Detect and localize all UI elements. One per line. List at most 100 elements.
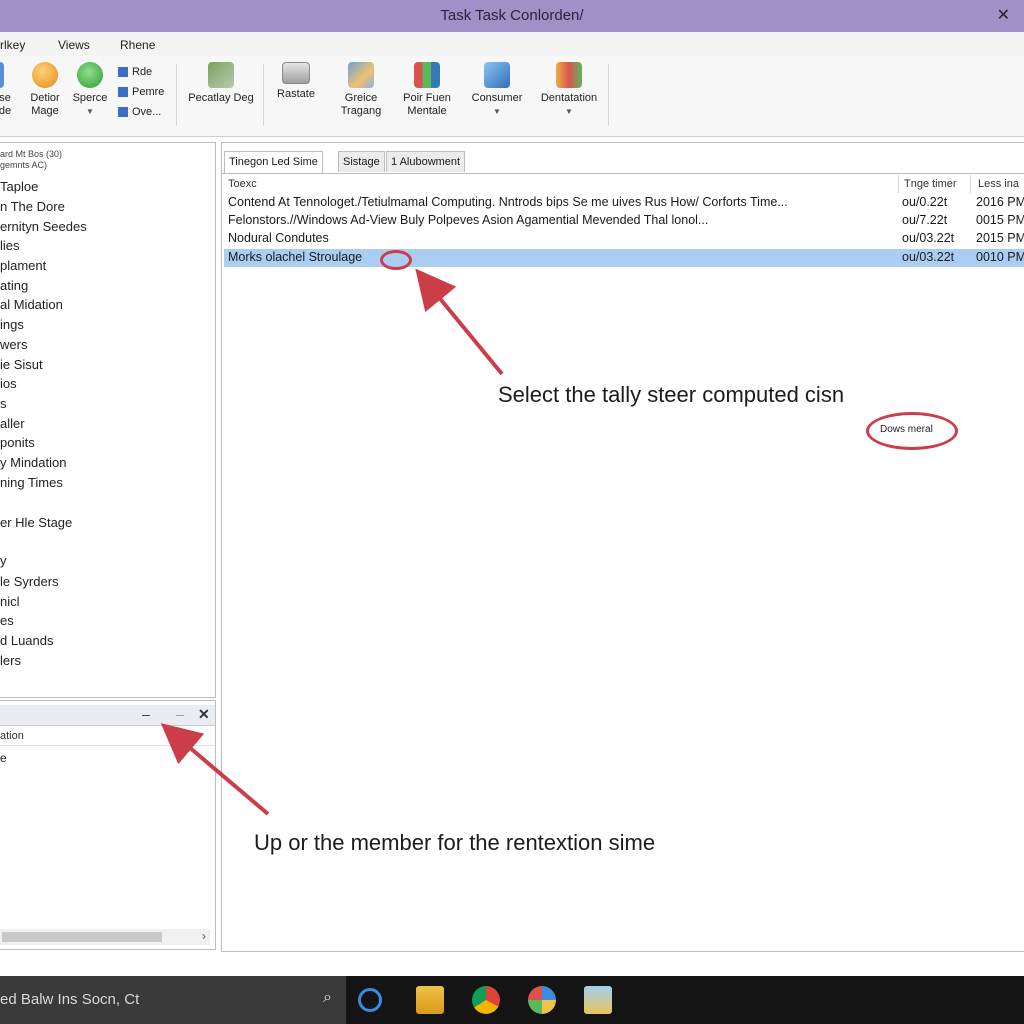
column-divider[interactable] [898, 175, 899, 193]
tree-item[interactable]: aller [0, 416, 25, 431]
tree-item[interactable]: s [0, 396, 7, 411]
ribbon-button-greice[interactable]: Greice Tragang [332, 62, 390, 118]
tree-item[interactable]: ie Sisut [0, 357, 43, 372]
dows-meral-button[interactable]: Dows meral [880, 424, 933, 435]
search-icon: ⌕ [323, 989, 332, 1006]
table-row[interactable]: Felonstors.//Windows Ad-View Buly Polpev… [224, 212, 1024, 230]
cell-less: 0010 PM [976, 250, 1024, 264]
search-text: ed Balw Ins Socn, Ct [0, 991, 140, 1008]
tree-item[interactable]: wers [0, 337, 27, 352]
tree-item[interactable]: Taploe [0, 179, 38, 194]
details-row[interactable]: e [0, 751, 7, 765]
annotation-select: Select the tally steer computed cisn [498, 382, 845, 407]
details-pane-titlebar: – – ✕ [0, 705, 215, 726]
ribbon-button-rastate[interactable]: Rastate [268, 62, 324, 101]
left-pane-header: ard Mt Bos (30) gemnts AC) [0, 149, 63, 170]
tree-item[interactable]: lers [0, 653, 21, 668]
close-icon[interactable]: ✕ [198, 706, 210, 723]
column-divider[interactable] [970, 175, 971, 193]
tree-item[interactable]: plament [0, 258, 46, 273]
column-header-time[interactable]: Tnge timer [904, 178, 957, 190]
column-header-less[interactable]: Less ina [978, 178, 1019, 190]
column-header-name[interactable]: Toexc [228, 178, 257, 190]
ribbon-button-partial[interactable]: se de [0, 62, 16, 118]
tree-item[interactable]: le Syrders [0, 574, 59, 589]
colorful-ball-icon[interactable] [528, 986, 556, 1014]
monitor-icon [282, 62, 310, 84]
title-bar: Task Task Conlorden/ ✕ [0, 0, 1024, 33]
cell-name: Morks olachel Stroulage [228, 250, 363, 264]
tree-item[interactable]: ponits [0, 435, 35, 450]
tree-item[interactable]: al Midation [0, 297, 63, 312]
details-column-header[interactable]: ation [0, 727, 215, 746]
tab-alubowment[interactable]: 1 Alubowment [386, 151, 466, 172]
cell-less: 0015 PM [976, 213, 1024, 227]
dropdown-arrow-icon: ▼ [565, 107, 573, 116]
chevron-right-icon[interactable]: › [202, 929, 206, 943]
cortana-icon[interactable] [358, 988, 382, 1012]
chrome-icon[interactable] [472, 986, 500, 1014]
table-row-selected[interactable]: Morks olachel Stroulage ou/03.22t 0010 P… [224, 249, 1024, 267]
menu-bar: rlkey Views Rhene [0, 32, 1024, 56]
tree-item[interactable]: ios [0, 376, 17, 391]
cell-time: ou/03.22t [902, 231, 955, 245]
cell-time: ou/03.22t [902, 250, 955, 264]
ribbon-small-ove[interactable]: Ove... [118, 106, 161, 118]
gift-icon [556, 62, 582, 88]
cell-name: Contend At Tennologet./Tetiulmamal Compu… [228, 195, 788, 209]
table-row[interactable]: Nodural Condutes ou/03.22t 2015 PM [224, 230, 1024, 248]
orange-sphere-icon [32, 62, 58, 88]
folder-icon[interactable] [584, 986, 612, 1014]
left-tree-pane: ard Mt Bos (30) gemnts AC) Taploe n The … [0, 142, 216, 698]
table-header: Toexc Tnge timer Less ina [224, 175, 1024, 193]
ribbon-separator [263, 64, 264, 126]
scrollbar-thumb[interactable] [2, 932, 162, 942]
tab-divider [222, 173, 1024, 174]
cell-less: 2015 PM [976, 231, 1024, 245]
menu-item-rhene[interactable]: Rhene [120, 38, 155, 52]
horizontal-scrollbar[interactable]: › [0, 929, 210, 945]
tree-item[interactable]: er Hle Stage [0, 515, 72, 530]
dropdown-arrow-icon: ▼ [493, 107, 501, 116]
tree-item[interactable]: n The Dore [0, 199, 65, 214]
tree-item[interactable]: ning Times [0, 475, 63, 490]
tree-item[interactable]: es [0, 613, 14, 628]
restore-icon[interactable]: – [176, 706, 184, 722]
menu-item-rlkey[interactable]: rlkey [0, 38, 25, 52]
tree-item[interactable]: ings [0, 317, 24, 332]
cell-time: ou/0.22t [902, 195, 948, 209]
taskbar: ed Balw Ins Socn, Ct ⌕ [0, 976, 1024, 1024]
blue-cube-icon [484, 62, 510, 88]
ribbon-button-detior[interactable]: Detior Mage [24, 62, 66, 118]
small-grid-icon [118, 87, 128, 98]
table-row[interactable]: Contend At Tennologet./Tetiulmamal Compu… [224, 194, 1024, 212]
window-title: Task Task Conlorden/ [440, 7, 584, 24]
tab-sistage[interactable]: Sistage [338, 151, 385, 172]
ribbon-small-pemre[interactable]: Pemre [118, 86, 164, 98]
dropdown-arrow-icon: ▼ [86, 107, 94, 116]
ribbon-button-poir-fuen[interactable]: Poir Fuen Mentale [396, 62, 458, 118]
ribbon-button-sperce[interactable]: Sperce ▼ [68, 62, 112, 118]
cell-less: 2016 PM [976, 195, 1024, 209]
menu-item-views[interactable]: Views [58, 38, 90, 52]
ribbon-small-rde[interactable]: Rde [118, 66, 152, 78]
highlight-circle [380, 250, 412, 270]
tree-item[interactable]: lies [0, 238, 20, 253]
tree-item[interactable]: ating [0, 278, 28, 293]
tree-item[interactable]: y [0, 553, 7, 568]
cell-name: Felonstors.//Windows Ad-View Buly Polpev… [228, 213, 709, 227]
screens-icon [208, 62, 234, 88]
ribbon-button-dentatation[interactable]: Dentatation ▼ [534, 62, 604, 118]
tree-item[interactable]: ernityn Seedes [0, 219, 87, 234]
tree-item[interactable]: y Mindation [0, 455, 66, 470]
taskbar-search-box[interactable]: ed Balw Ins Socn, Ct ⌕ [0, 976, 346, 1024]
file-explorer-icon[interactable] [416, 986, 444, 1014]
tree-item[interactable]: d Luands [0, 633, 54, 648]
tree-item[interactable]: nicl [0, 594, 20, 609]
minimize-icon[interactable]: – [142, 706, 150, 722]
ribbon-button-consumer[interactable]: Consumer ▼ [466, 62, 528, 118]
tab-tinegon[interactable]: Tinegon Led Sime [224, 151, 323, 173]
ribbon-button-pecatlay-deg[interactable]: Pecatlay Deg [182, 62, 260, 105]
close-window-button[interactable]: ✕ [997, 5, 1010, 25]
cell-time: ou/7.22t [902, 213, 948, 227]
